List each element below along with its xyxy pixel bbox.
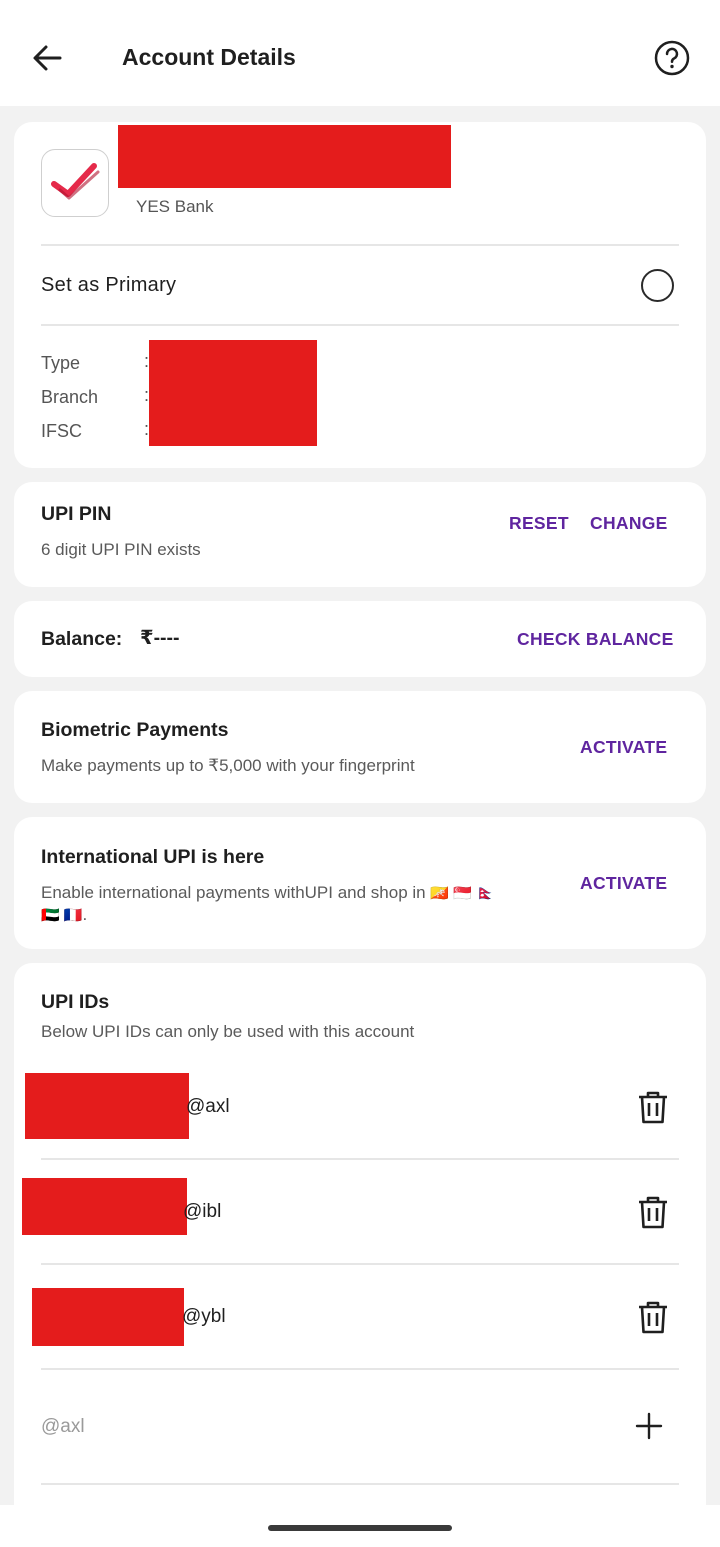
balance-card: Balance: ₹---- CHECK BALANCE: [14, 601, 706, 677]
branch-label: Branch: [41, 387, 99, 407]
arrow-left-icon[interactable]: [28, 38, 68, 78]
upi-ids-card: UPI IDs Below UPI IDs can only be used w…: [14, 963, 706, 1523]
divider: [41, 1483, 679, 1485]
activate-biometric-button[interactable]: ACTIVATE: [580, 737, 667, 758]
ifsc-label: IFSC: [41, 421, 83, 441]
upi-ids-title: UPI IDs: [41, 991, 110, 1013]
check-balance-button[interactable]: CHECK BALANCE: [517, 629, 674, 650]
divider: [41, 244, 679, 246]
divider: [41, 324, 679, 326]
system-navigation-bar: [0, 1505, 720, 1547]
international-title: International UPI is here: [41, 846, 265, 868]
redacted-upi-handle: [22, 1178, 187, 1235]
upi-pin-title: UPI PIN: [41, 503, 112, 525]
redacted-account-details: [149, 340, 317, 446]
trash-icon[interactable]: [635, 1299, 671, 1335]
bank-name: YES Bank: [136, 197, 214, 216]
plus-icon[interactable]: [634, 1411, 664, 1441]
set-primary-radio[interactable]: [641, 269, 674, 302]
page-title: Account Details: [122, 44, 296, 70]
help-circle-icon[interactable]: [652, 38, 692, 78]
type-label: Type: [41, 353, 81, 373]
upi-pin-status: 6 digit UPI PIN exists: [41, 540, 201, 559]
activate-international-button[interactable]: ACTIVATE: [580, 873, 667, 894]
trash-icon[interactable]: [635, 1089, 671, 1125]
country-flags: 🇦🇪 🇫🇷: [41, 907, 83, 924]
change-pin-button[interactable]: CHANGE: [590, 513, 668, 534]
redacted-upi-handle: [32, 1288, 184, 1346]
biometric-card: Biometric Payments Make payments up to ₹…: [14, 691, 706, 803]
balance-value: ₹----: [140, 627, 180, 649]
home-indicator[interactable]: [268, 1525, 452, 1531]
divider: [41, 1368, 679, 1370]
redacted-account-name: [118, 125, 451, 188]
biometric-title: Biometric Payments: [41, 719, 229, 741]
upi-id-suffix: @ibl: [183, 1201, 222, 1222]
yes-bank-logo-icon: [51, 163, 100, 200]
upi-pin-card: UPI PIN 6 digit UPI PIN exists RESET CHA…: [14, 482, 706, 587]
balance-label: Balance:: [41, 628, 123, 650]
divider: [41, 1158, 679, 1160]
international-upi-card: International UPI is here Enable interna…: [14, 817, 706, 949]
set-primary-label: Set as Primary: [41, 274, 177, 296]
app-header: Account Details: [0, 0, 720, 106]
divider: [41, 1263, 679, 1265]
upi-id-suffix: @axl: [186, 1096, 230, 1117]
new-upi-id-input[interactable]: @axl: [41, 1416, 85, 1438]
biometric-subtitle: Make payments up to ₹5,000 with your fin…: [41, 756, 415, 775]
bank-logo: [41, 149, 109, 217]
country-flags: 🇧🇹 🇸🇬 🇳🇵: [430, 885, 495, 902]
trash-icon[interactable]: [635, 1194, 671, 1230]
upi-ids-subtitle: Below UPI IDs can only be used with this…: [41, 1022, 415, 1041]
subtitle-period: .: [82, 905, 88, 924]
upi-id-suffix: @ybl: [182, 1306, 226, 1327]
international-subtitle: Enable international payments withUPI an…: [41, 882, 541, 926]
redacted-upi-handle: [25, 1073, 189, 1139]
account-card: YES Bank Set as Primary Type : Branch : …: [14, 122, 706, 468]
international-subtitle-text: Enable international payments withUPI an…: [41, 883, 426, 902]
reset-pin-button[interactable]: RESET: [509, 513, 569, 534]
